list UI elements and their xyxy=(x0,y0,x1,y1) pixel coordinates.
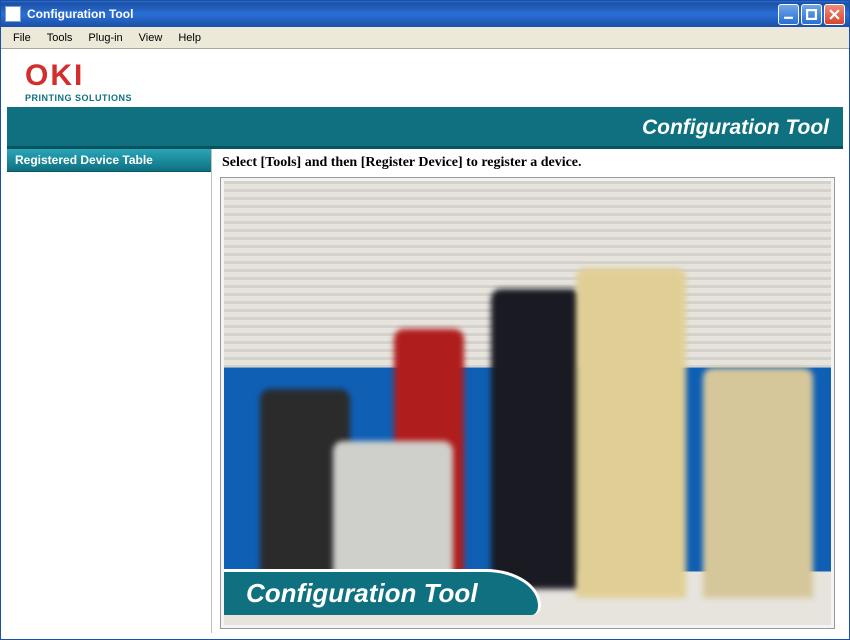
menu-help[interactable]: Help xyxy=(170,30,209,46)
app-window: Configuration Tool File Tools Plug-in Vi… xyxy=(0,0,850,640)
oki-tagline: PRINTING SOLUTIONS xyxy=(25,93,833,103)
office-desk xyxy=(333,441,453,581)
person-silhouette xyxy=(703,368,813,598)
sidebar-header: Registered Device Table xyxy=(7,149,211,172)
app-icon xyxy=(5,6,21,22)
close-icon xyxy=(829,9,840,20)
window-title: Configuration Tool xyxy=(27,7,778,21)
page-title: Configuration Tool xyxy=(642,116,829,139)
content-area: OKI PRINTING SOLUTIONS Configuration Too… xyxy=(1,49,849,639)
person-silhouette xyxy=(491,289,581,589)
hero-image-frame: Configuration Tool xyxy=(220,177,835,629)
instruction-text: Select [Tools] and then [Register Device… xyxy=(220,153,835,177)
minimize-button[interactable] xyxy=(778,4,799,25)
branding-header: OKI PRINTING SOLUTIONS xyxy=(7,55,843,110)
right-pane: Select [Tools] and then [Register Device… xyxy=(212,149,843,633)
maximize-icon xyxy=(806,9,817,20)
oki-logo: OKI xyxy=(25,61,833,91)
menu-view[interactable]: View xyxy=(131,30,171,46)
titlebar: Configuration Tool xyxy=(1,1,849,27)
person-silhouette xyxy=(576,268,686,598)
image-overlay-label: Configuration Tool xyxy=(224,569,541,615)
sidebar[interactable]: Registered Device Table xyxy=(7,149,212,633)
window-controls xyxy=(778,4,845,25)
menu-tools[interactable]: Tools xyxy=(39,30,81,46)
hero-image: Configuration Tool xyxy=(224,181,831,625)
main-pane: Registered Device Table Select [Tools] a… xyxy=(7,149,843,633)
close-button[interactable] xyxy=(824,4,845,25)
page-banner: Configuration Tool xyxy=(7,110,843,149)
maximize-button[interactable] xyxy=(801,4,822,25)
minimize-icon xyxy=(783,9,794,20)
menu-file[interactable]: File xyxy=(5,30,39,46)
menubar: File Tools Plug-in View Help xyxy=(1,27,849,49)
menu-plugin[interactable]: Plug-in xyxy=(80,30,130,46)
